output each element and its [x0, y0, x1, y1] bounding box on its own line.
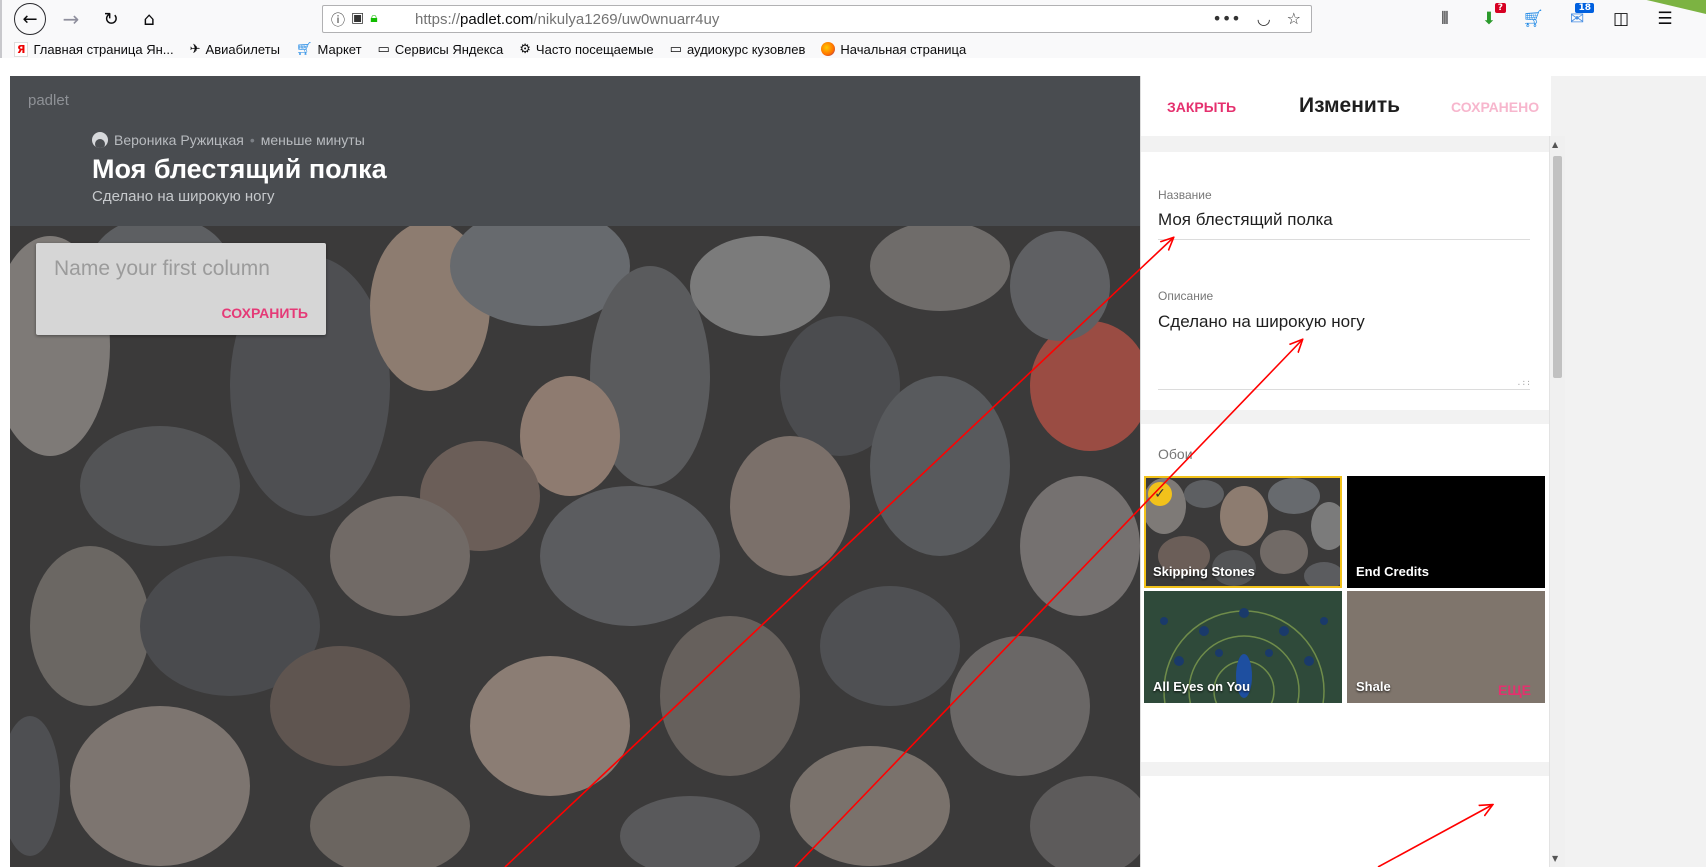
reload-button[interactable]: ↻: [94, 4, 128, 34]
sidebar-icon[interactable]: ◫: [1608, 6, 1634, 32]
toolbar-icons: ⫴ ⬇? 🛒︎ ✉ 18 ◫ ☰: [1432, 3, 1678, 32]
bookmark-item[interactable]: ⚙ Часто посещаемые: [519, 42, 653, 57]
title-field[interactable]: Моя блестящий полка: [1158, 210, 1333, 230]
menu-icon[interactable]: ☰: [1652, 6, 1678, 32]
scroll-down-icon[interactable]: ▼: [1552, 854, 1558, 863]
lock-icon[interactable]: 🔒︎: [370, 10, 377, 30]
wallpaper-option-end-credits[interactable]: End Credits: [1347, 476, 1545, 588]
bookmarks-bar: Я Главная страница Ян... ✈ Авиабилеты 🛒︎ Ма…: [14, 40, 966, 58]
url-bar[interactable]: ⓘ ▣ 🔒︎ https://padlet.com/nikulya1269/uw…: [322, 5, 1312, 33]
info-icon[interactable]: ⓘ: [331, 10, 345, 30]
mail-icon[interactable]: ✉ 18: [1564, 3, 1594, 32]
panel-header: ЗАКРЫТЬ Изменить СОХРАНЕНО: [1141, 76, 1551, 136]
settings-panel: ЗАКРЫТЬ Изменить СОХРАНЕНО Название Моя …: [1140, 76, 1706, 867]
new-column-card: СОХРАНИТЬ: [36, 243, 326, 335]
close-button[interactable]: ЗАКРЫТЬ: [1167, 99, 1236, 115]
board-title: Моя блестящий полка: [92, 154, 387, 184]
wallpaper-option-skipping-stones[interactable]: ✓ Skipping Stones: [1144, 476, 1342, 588]
forward-button[interactable]: →: [54, 4, 88, 34]
bookmark-item[interactable]: ✈ Авиабилеты: [190, 42, 280, 57]
bookmark-item[interactable]: 🛒︎ Маркет: [296, 42, 362, 57]
cart-icon: 🛒︎: [296, 41, 313, 57]
wallpaper-name: Skipping Stones: [1153, 564, 1255, 579]
download-badge: ?: [1494, 3, 1506, 13]
url-text[interactable]: https://padlet.com/nikulya1269/uw0wnuarr…: [415, 11, 719, 28]
description-underline: [1158, 389, 1530, 390]
navigation-bar: ← → ↻ ⌂ ⓘ ▣ 🔒︎ https://padlet.com/nikuly…: [2, 0, 1706, 38]
post-time: меньше минуты: [260, 132, 365, 148]
separator-dot: •: [249, 132, 255, 148]
back-button[interactable]: ←: [14, 3, 46, 35]
library-icon[interactable]: ⫴: [1432, 6, 1458, 32]
panel-scrollbar[interactable]: ▲ ▼: [1549, 136, 1565, 867]
url-security-icons: ⓘ ▣ 🔒︎: [331, 10, 378, 30]
padlet-logo[interactable]: padlet: [28, 92, 69, 109]
board-description: Сделано на широкую ногу: [92, 188, 275, 205]
wallpaper-name: All Eyes on You: [1153, 679, 1251, 694]
gear-icon: ⚙: [519, 41, 531, 57]
more-wallpapers-button[interactable]: ЕЩЕ: [1498, 682, 1531, 698]
wallpaper-name: End Credits: [1356, 564, 1429, 579]
pocket-icon[interactable]: ◡: [1257, 9, 1271, 28]
bookmark-star-icon[interactable]: ☆: [1287, 9, 1301, 28]
title-underline: [1158, 239, 1530, 240]
firefox-icon: [821, 42, 836, 56]
description-field[interactable]: Сделано на широкую ногу: [1158, 312, 1365, 332]
resize-grip-icon[interactable]: .::: [1517, 378, 1531, 387]
cart-icon[interactable]: 🛒︎: [1520, 6, 1546, 32]
bookmark-item[interactable]: Начальная страница: [821, 42, 966, 57]
title-label: Название: [1158, 188, 1212, 202]
selected-check-icon: ✓: [1148, 482, 1172, 506]
title-section: Название Моя блестящий полка Описание Сд…: [1141, 152, 1549, 410]
description-label: Описание: [1158, 289, 1214, 303]
yandex-icon: Я: [14, 41, 29, 57]
author-name: Вероника Ружицкая: [114, 132, 244, 148]
plane-icon: ✈: [189, 41, 201, 57]
url-actions: ••• ◡ ☆: [1212, 9, 1301, 28]
wallpaper-section: Обои ✓ Skipping Stones End Credits All E…: [1141, 424, 1549, 762]
home-button[interactable]: ⌂: [132, 4, 166, 34]
download-icon[interactable]: ⬇?: [1476, 3, 1506, 32]
mail-badge: 18: [1575, 3, 1594, 13]
scroll-up-icon[interactable]: ▲: [1552, 140, 1558, 149]
page-actions-icon[interactable]: •••: [1212, 9, 1240, 28]
saved-button[interactable]: СОХРАНЕНО: [1451, 99, 1539, 115]
panel-title: Изменить: [1299, 94, 1401, 117]
scrollbar-thumb[interactable]: [1553, 156, 1562, 378]
browser-toolbar: ← → ↻ ⌂ ⓘ ▣ 🔒︎ https://padlet.com/nikuly…: [0, 0, 1706, 58]
bookmark-item[interactable]: ▭ аудиокурс кузовлев: [670, 42, 806, 57]
author-row: Вероника Ружицкая • меньше минуты: [92, 132, 365, 148]
column-name-input[interactable]: [54, 257, 314, 281]
bookmark-item[interactable]: ▭ Сервисы Яндекса: [378, 42, 504, 57]
wallpaper-option-all-eyes-on-you[interactable]: All Eyes on You: [1144, 591, 1342, 703]
wallpaper-name: Shale: [1356, 679, 1391, 694]
next-section: [1141, 776, 1549, 867]
board-header: padlet Вероника Ружицкая • меньше минуты…: [10, 76, 1140, 226]
bookmark-item[interactable]: Я Главная страница Ян...: [14, 41, 174, 57]
save-column-button[interactable]: СОХРАНИТЬ: [222, 305, 308, 321]
folder-icon: ▭: [669, 41, 682, 57]
folder-icon: ▭: [377, 41, 390, 57]
permissions-icon[interactable]: ▣: [351, 10, 364, 30]
wallpaper-label: Обои: [1158, 446, 1193, 462]
avatar[interactable]: [92, 132, 108, 148]
